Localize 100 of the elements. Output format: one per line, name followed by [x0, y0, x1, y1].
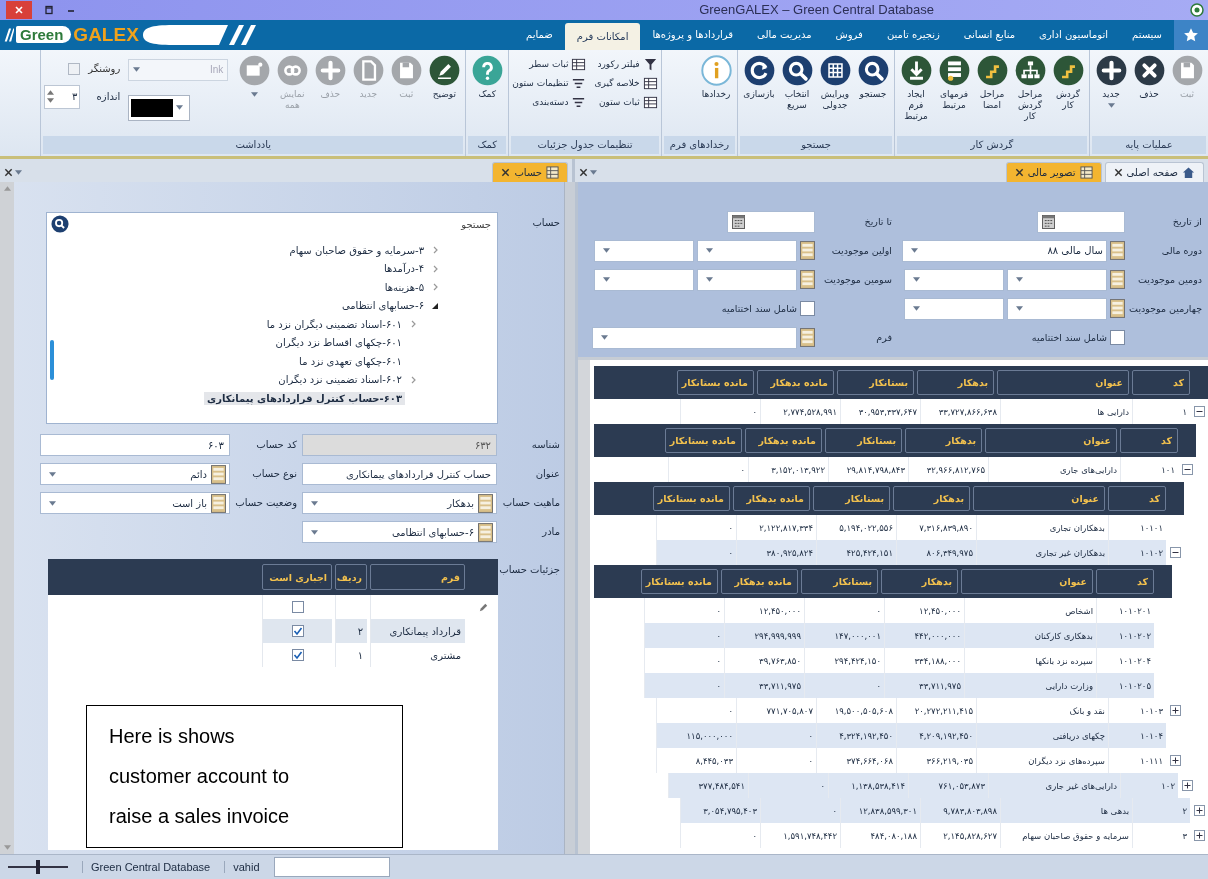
dropdown-field[interactable] [594, 268, 694, 291]
column-header[interactable]: کد [1108, 486, 1166, 512]
column-header[interactable]: بدهکار [893, 486, 970, 512]
tree-item[interactable]: ۶۰۱-چکهای تعهدی نزد ما [296, 354, 405, 368]
status-field[interactable] [273, 857, 390, 878]
dropdown-field[interactable] [904, 268, 1004, 291]
tree-item[interactable]: ۶-حسابهای انتظامی [338, 299, 427, 313]
close-icon[interactable] [579, 168, 588, 178]
favorites-button[interactable] [1174, 19, 1208, 50]
column-header[interactable]: مانده بستانکار [665, 428, 742, 454]
tree-item[interactable]: ۳-سرمایه و حقوق صاحبان سهام [286, 243, 427, 257]
column-header[interactable]: مانده بستانکار [641, 569, 718, 595]
column-header[interactable]: بدهکار [917, 370, 994, 396]
dropdown-field[interactable] [697, 268, 797, 291]
ribbon-button[interactable]: کمک [469, 54, 506, 100]
document-tab[interactable]: حساب [492, 162, 568, 183]
expand-icon[interactable] [1193, 805, 1205, 817]
menu-tab[interactable]: امکانات فرم [564, 22, 641, 50]
column-header[interactable]: عنوان [961, 569, 1093, 595]
column-header[interactable]: مانده بستانکار [653, 486, 730, 512]
column-header[interactable]: بستانکار [825, 428, 902, 454]
text-field[interactable]: ۶۰۳ [40, 434, 230, 457]
dropdown-field[interactable] [594, 239, 694, 262]
dropdown-field[interactable] [697, 239, 797, 262]
column-header[interactable]: عنوان [997, 370, 1129, 396]
scrollbar[interactable] [578, 360, 590, 855]
checkbox[interactable] [800, 301, 815, 317]
checkbox[interactable] [1110, 330, 1125, 346]
ribbon-button[interactable]: ویرایش جدولی [817, 54, 853, 111]
ribbon-button[interactable]: دسته‌بندی [512, 94, 587, 110]
column-header[interactable]: بستانکار [813, 486, 890, 512]
ribbon-button[interactable]: ایجاد فرم مرتبط [898, 54, 934, 122]
column-header[interactable]: کد [1096, 569, 1154, 595]
zoom-slider[interactable] [8, 860, 68, 875]
column-header[interactable]: بستانکار [801, 569, 878, 595]
expand-icon[interactable] [1181, 780, 1193, 792]
ribbon-button[interactable]: فیلتر رکورد [594, 56, 658, 72]
down-arrow-icon[interactable] [47, 98, 55, 104]
menu-tab[interactable]: اتوماسیون اداری [1027, 19, 1120, 50]
tree-item[interactable]: ۶۰۲-اسناد تضمینی نزد دیگران [275, 373, 405, 387]
menu-tab[interactable]: قراردادها و پروژه‌ها [640, 19, 746, 50]
ribbon-button[interactable]: ثبات سطر [512, 56, 587, 72]
tree-item[interactable]: ۶۰۱-چکهای اقساط نزد دیگران [272, 336, 405, 350]
menu-tab[interactable]: زنجیره تامین [874, 19, 952, 50]
column-header[interactable]: مانده بدهکار [733, 486, 810, 512]
search-icon[interactable] [51, 215, 69, 234]
date-field[interactable] [1037, 210, 1125, 233]
menu-tab[interactable]: ضمایم [514, 19, 565, 50]
column-header[interactable]: بدهکار [881, 569, 958, 595]
tree-item[interactable]: ۶۰۳-حساب کنترل قراردادهای پیمانکاری [204, 391, 405, 405]
document-tab[interactable]: صفحه اصلی [1104, 162, 1204, 183]
ribbon-button[interactable]: توضیح [426, 54, 463, 100]
expand-icon[interactable] [1169, 755, 1181, 767]
checkbox[interactable] [291, 649, 304, 662]
tree-toggle-icon[interactable] [431, 246, 439, 255]
collapse-icon[interactable] [1169, 547, 1181, 559]
close-icon[interactable] [501, 168, 511, 178]
column-header[interactable]: مانده بدهکار [721, 569, 798, 595]
scrollbar-thumb[interactable] [50, 340, 54, 381]
ribbon-button[interactable]: مراحل گردش کار [1012, 54, 1048, 122]
tree-toggle-icon[interactable] [431, 283, 439, 292]
dropdown-field[interactable]: سال مالی ۸۸ [902, 239, 1107, 262]
close-icon[interactable] [4, 168, 13, 178]
ribbon-button[interactable]: فرمهای مرتبط [936, 54, 972, 111]
column-header[interactable]: عنوان [973, 486, 1105, 512]
color-picker[interactable] [128, 94, 191, 121]
document-tab[interactable]: تصویر مالی [1005, 162, 1102, 183]
dropdown-field[interactable]: دائم [40, 463, 230, 486]
close-icon[interactable] [1014, 168, 1024, 178]
calendar-icon[interactable] [732, 214, 745, 230]
dropdown-field[interactable] [1007, 268, 1107, 291]
date-field[interactable] [727, 210, 815, 233]
column-header[interactable]: مانده بدهکار [745, 428, 822, 454]
ribbon-button[interactable]: جستجو [855, 54, 891, 100]
ribbon-button[interactable]: بازسازی [741, 54, 777, 100]
dropdown-field[interactable] [1007, 297, 1107, 320]
dropdown-field[interactable]: ۶-حسابهای انتظامی [302, 521, 497, 544]
column-header[interactable]: فرم [370, 564, 465, 591]
column-header[interactable]: اجباری است [262, 564, 332, 591]
dropdown-field[interactable]: بدهکار [302, 492, 497, 515]
column-header[interactable]: مانده بستانکار [677, 370, 754, 396]
ribbon-button[interactable]: جدید [1093, 54, 1129, 108]
text-field[interactable]: حساب کنترل قراردادهای پیمانکاری [302, 463, 497, 486]
expand-icon[interactable] [1193, 830, 1205, 842]
ribbon-button[interactable]: ثبات ستون [594, 94, 658, 110]
menu-tab[interactable]: سیستم [1120, 19, 1174, 50]
menu-tab[interactable]: مدیریت مالی [745, 19, 824, 50]
column-header[interactable]: عنوان [985, 428, 1117, 454]
ribbon-button[interactable]: خلاصه گیری [594, 75, 658, 91]
collapse-icon[interactable] [1193, 406, 1205, 418]
tree-toggle-icon[interactable] [431, 264, 439, 273]
calendar-icon[interactable] [1042, 214, 1055, 230]
column-header[interactable]: کد [1132, 370, 1190, 396]
tree-toggle-icon[interactable] [431, 301, 439, 310]
up-arrow-icon[interactable] [47, 90, 55, 96]
checkbox[interactable] [291, 625, 304, 638]
size-spinner[interactable]: ۳ [44, 84, 81, 109]
column-header[interactable]: کد [1120, 428, 1178, 454]
column-header[interactable]: ردیف [335, 564, 367, 591]
close-button[interactable] [6, 0, 32, 19]
